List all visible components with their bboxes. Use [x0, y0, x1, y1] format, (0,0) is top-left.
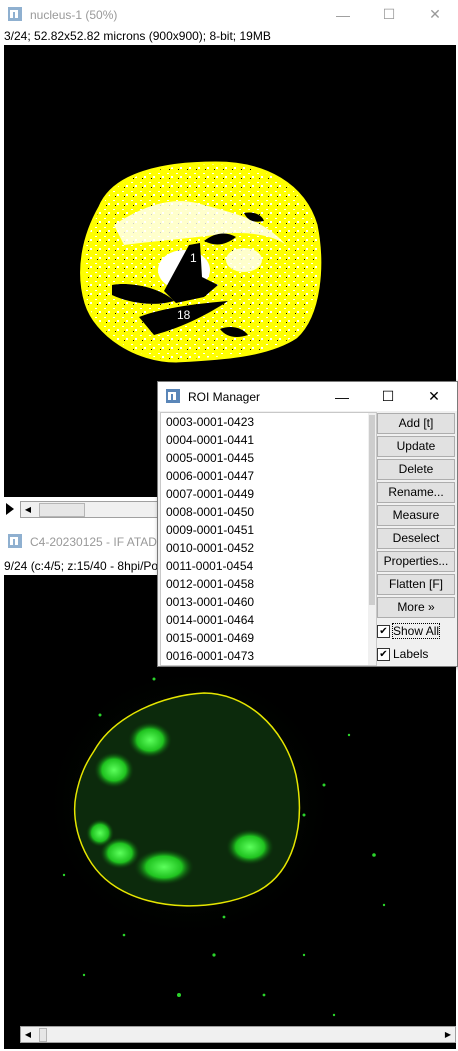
roi-label-18: 18 [177, 308, 191, 322]
roi-list-item[interactable]: 0012-0001-0458 [161, 575, 376, 593]
arrow-left-icon[interactable]: ◀ [21, 1027, 35, 1042]
scrollbar-thumb[interactable] [39, 503, 85, 517]
title-bar[interactable]: nucleus-1 (50%) — ☐ ✕ [0, 0, 458, 29]
maximize-button[interactable]: ☐ [366, 0, 412, 29]
deselect-button[interactable]: Deselect [377, 528, 455, 549]
imagej-icon [8, 7, 22, 21]
measure-button[interactable]: Measure [377, 505, 455, 526]
arrow-left-icon[interactable]: ◀ [21, 502, 35, 517]
labels-checkbox[interactable]: ✔ [377, 647, 390, 661]
flatten-button[interactable]: Flatten [F] [377, 574, 455, 595]
play-icon[interactable] [6, 503, 14, 515]
minimize-icon: — [335, 388, 349, 405]
roi-list-item[interactable]: 0005-0001-0445 [161, 449, 376, 467]
title-bar[interactable]: ROI Manager — ☐ ✕ [158, 382, 457, 411]
delete-button[interactable]: Delete [377, 459, 455, 480]
roi-list-item[interactable]: 0013-0001-0460 [161, 593, 376, 611]
play-icon[interactable] [6, 1028, 14, 1040]
roi-button-panel: Add [t] Update Delete Rename... Measure … [377, 413, 455, 620]
roi-list-scrollbar[interactable] [368, 413, 376, 665]
update-button[interactable]: Update [377, 436, 455, 457]
roi-list-item[interactable]: 0003-0001-0423 [161, 413, 376, 431]
roi-list-item[interactable]: 0015-0001-0469 [161, 629, 376, 647]
labels-option[interactable]: ✔ Labels [377, 645, 428, 663]
maximize-button[interactable]: ☐ [365, 382, 411, 411]
close-icon: ✕ [429, 6, 441, 22]
minimize-button[interactable]: — [319, 382, 365, 411]
image-info: 9/24 (c:4/5; z:15/40 - 8hpi/Pos [4, 559, 165, 573]
slice-scrollbar[interactable]: ◀ ▶ [20, 1026, 456, 1043]
image-info: 3/24; 52.82x52.82 microns (900x900); 8-b… [4, 29, 271, 43]
show-all-checkbox[interactable]: ✔ [377, 624, 390, 638]
roi-list-item[interactable]: 0009-0001-0451 [161, 521, 376, 539]
window-title: C4-20230125 - IF ATAD3A [30, 535, 172, 549]
imagej-icon [166, 389, 180, 403]
roi-list-item[interactable]: 0006-0001-0447 [161, 467, 376, 485]
minimize-icon: — [336, 6, 350, 23]
roi-list-item[interactable]: 0007-0001-0449 [161, 485, 376, 503]
more-button[interactable]: More » [377, 597, 455, 618]
scrollbar-thumb[interactable] [39, 1028, 47, 1042]
close-icon: ✕ [428, 388, 440, 404]
roi-list-item[interactable]: 0014-0001-0464 [161, 611, 376, 629]
maximize-icon: ☐ [381, 388, 395, 404]
roi-list-item[interactable]: 0004-0001-0441 [161, 431, 376, 449]
roi-label-1: 1 [190, 251, 197, 265]
show-all-label: Show All [391, 623, 441, 639]
close-button[interactable]: ✕ [412, 0, 458, 29]
properties-button[interactable]: Properties... [377, 551, 455, 572]
rename-button[interactable]: Rename... [377, 482, 455, 503]
slice-scroll-row: ◀ ▶ [0, 1025, 458, 1043]
roi-list-item[interactable]: 0010-0001-0452 [161, 539, 376, 557]
window-title: ROI Manager [188, 390, 261, 404]
close-button[interactable]: ✕ [411, 382, 457, 411]
roi-items: 0003-0001-0423 0004-0001-0441 0005-0001-04… [161, 413, 376, 665]
show-all-option[interactable]: ✔ Show All [377, 622, 441, 640]
roi-list-item[interactable]: 0011-0001-0454 [161, 557, 376, 575]
window-title: nucleus-1 (50%) [30, 8, 118, 22]
roi-manager-window: ROI Manager — ☐ ✕ 0003-0001-0423 0004-000… [157, 381, 458, 667]
arrow-right-icon[interactable]: ▶ [441, 1027, 455, 1042]
imagej-icon [8, 534, 22, 548]
minimize-button[interactable]: — [320, 0, 366, 29]
roi-list-item[interactable]: 0008-0001-0450 [161, 503, 376, 521]
maximize-icon: ☐ [382, 6, 396, 22]
labels-label: Labels [393, 647, 429, 661]
roi-list[interactable]: 0003-0001-0423 0004-0001-0441 0005-0001-04… [160, 412, 377, 666]
scrollbar-thumb[interactable] [369, 415, 375, 605]
add-button[interactable]: Add [t] [377, 413, 455, 434]
roi-list-item[interactable]: 0016-0001-0473 [161, 647, 376, 665]
